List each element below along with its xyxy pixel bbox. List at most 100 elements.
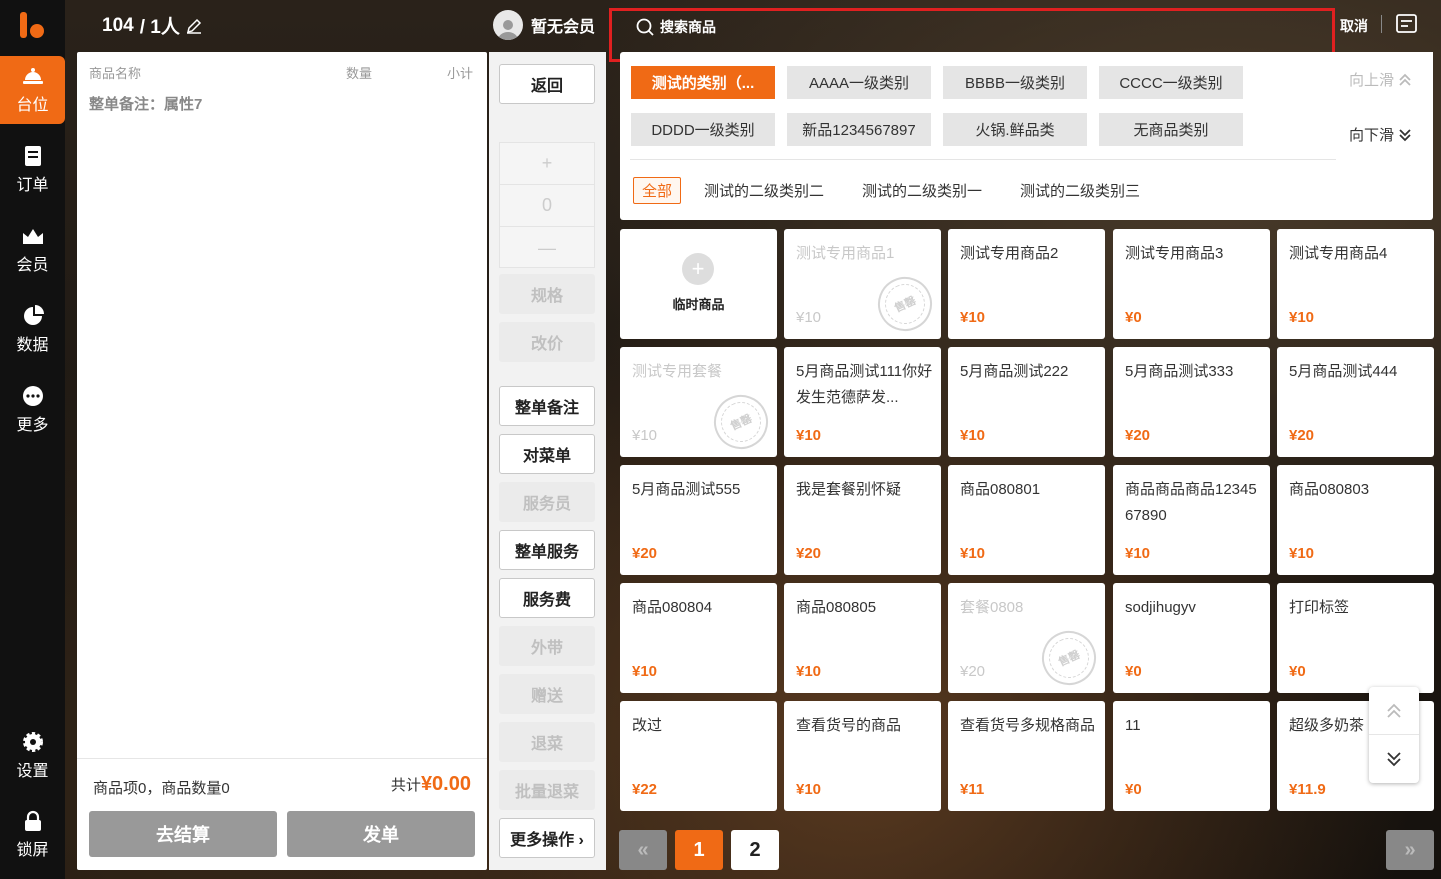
send-order-button[interactable]: 发单 (287, 811, 475, 857)
double-chevron-up-icon (1387, 703, 1401, 718)
sold-out-stamp: 售罄 (1033, 622, 1105, 694)
page-button-2[interactable]: 2 (731, 830, 779, 870)
temp-product-card[interactable]: + 临时商品 (620, 229, 777, 339)
sidebar-item-order[interactable]: 订单 (0, 136, 65, 204)
gift-button[interactable]: 赠送 (499, 674, 595, 714)
product-card[interactable]: 改过 ¥22 (620, 701, 777, 811)
takeout-button[interactable]: 外带 (499, 626, 595, 666)
sidebar-item-table[interactable]: 台位 (0, 56, 65, 124)
product-name: 我是套餐别怀疑 (796, 481, 902, 498)
product-card[interactable]: 商品080804 ¥10 (620, 583, 777, 693)
order-panel: 商品名称 数量 小计 整单备注：属性7 商品项0，商品数量0 共计¥0.00 去… (77, 52, 487, 870)
category-tab[interactable]: DDDD一级类别 (631, 113, 775, 146)
whole-remark-button[interactable]: 整单备注 (499, 386, 595, 426)
sidebar-item-data[interactable]: 数据 (0, 296, 65, 364)
more-actions-button[interactable]: 更多操作 › (499, 818, 595, 858)
product-card[interactable]: 套餐0808 ¥20 售罄 (948, 583, 1105, 694)
product-card[interactable]: 5月商品测试333 ¥20 (1113, 347, 1270, 457)
search-input[interactable]: 搜索商品 (636, 17, 716, 37)
sidebar-item-label: 订单 (16, 177, 49, 194)
product-price: ¥10 (632, 663, 658, 680)
subcategory-tab[interactable]: 测试的二级类别一 (854, 177, 990, 204)
product-card[interactable]: 11 ¥0 (1113, 701, 1270, 811)
stepper-plus-button[interactable]: + (500, 143, 594, 185)
return-dish-button[interactable]: 退菜 (499, 722, 595, 762)
product-card[interactable]: 查看货号多规格商品 ¥11 (948, 701, 1105, 811)
product-card[interactable]: 商品商品商品1234567890 ¥10 (1113, 465, 1270, 575)
product-name: 测试专用套餐 (632, 363, 723, 380)
scroll-top-button[interactable] (1369, 687, 1419, 735)
product-card[interactable]: 5月商品测试111你好发生范德萨发... ¥10 (784, 347, 941, 457)
product-price: ¥10 (1289, 309, 1315, 326)
spec-button[interactable]: 规格 (499, 274, 595, 314)
member-selector[interactable]: 暂无会员 (493, 10, 595, 40)
batch-return-button[interactable]: 批量退菜 (499, 770, 595, 810)
prev-page-button[interactable]: « (619, 830, 667, 870)
product-name: 商品商品商品1234567890 (1125, 481, 1257, 524)
col-header-name: 商品名称 (89, 66, 142, 81)
scroll-down-button[interactable]: 向下滑 (1349, 124, 1412, 145)
page-button-1[interactable]: 1 (675, 830, 723, 870)
sidebar-item-more[interactable]: 更多 (0, 376, 65, 444)
waiter-button[interactable]: 服务员 (499, 482, 595, 522)
product-card[interactable]: 5月商品测试444 ¥20 (1277, 347, 1434, 457)
product-card[interactable]: 商品080803 ¥10 (1277, 465, 1434, 575)
sidebar-item-lock[interactable]: 锁屏 (0, 801, 65, 869)
double-chevron-up-icon (1399, 73, 1411, 86)
category-tab[interactable]: AAAA一级类别 (787, 66, 931, 99)
service-fee-button[interactable]: 服务费 (499, 578, 595, 618)
checkout-button[interactable]: 去结算 (89, 811, 277, 857)
product-card[interactable]: sodjihugyv ¥0 (1113, 583, 1270, 693)
product-name: 11 (1125, 717, 1141, 734)
product-card[interactable]: 商品080801 ¥10 (948, 465, 1105, 575)
category-tab[interactable]: BBBB一级类别 (943, 66, 1087, 99)
sidebar-item-label: 锁屏 (16, 842, 49, 859)
order-remark[interactable]: 整单备注：属性7 (89, 93, 202, 114)
order-total: 共计¥0.00 (391, 773, 471, 796)
product-card[interactable]: 测试专用套餐 ¥10 售罄 (620, 347, 777, 458)
cancel-search-button[interactable]: 取消 (1340, 16, 1368, 36)
product-price: ¥10 (796, 663, 822, 680)
product-name: 查看货号的商品 (796, 717, 902, 734)
stepper-minus-button[interactable]: — (500, 227, 594, 269)
category-tab[interactable]: 火锅.鲜品类 (943, 113, 1087, 146)
category-tab[interactable]: 无商品类别 (1099, 113, 1243, 146)
subcategory-tab[interactable]: 测试的二级类别二 (696, 177, 832, 204)
scroll-bottom-button[interactable] (1369, 735, 1419, 783)
sold-out-stamp: 售罄 (869, 268, 941, 340)
check-menu-button[interactable]: 对菜单 (499, 434, 595, 474)
subcategory-tab[interactable]: 测试的二级类别三 (1012, 177, 1148, 204)
product-name: 测试专用商品2 (960, 245, 1059, 262)
product-name: 5月商品测试222 (960, 363, 1069, 380)
list-view-icon[interactable] (1396, 14, 1417, 33)
product-card[interactable]: 查看货号的商品 ¥10 (784, 701, 941, 811)
product-name: 测试专用商品1 (796, 245, 895, 262)
product-card[interactable]: 我是套餐别怀疑 ¥20 (784, 465, 941, 575)
back-button[interactable]: 返回 (499, 64, 595, 104)
subcategory-tab[interactable]: 全部 (633, 177, 682, 204)
search-placeholder: 搜索商品 (660, 19, 716, 35)
whole-service-button[interactable]: 整单服务 (499, 530, 595, 570)
scroll-up-button[interactable]: 向上滑 (1349, 69, 1412, 90)
product-card[interactable]: 5月商品测试222 ¥10 (948, 347, 1105, 457)
product-card[interactable]: 测试专用商品4 ¥10 (1277, 229, 1434, 339)
product-card[interactable]: 打印标签 ¥0 (1277, 583, 1434, 693)
product-card[interactable]: 5月商品测试555 ¥20 (620, 465, 777, 575)
product-price: ¥10 (796, 427, 822, 444)
edit-icon[interactable] (186, 18, 202, 34)
product-card[interactable]: 测试专用商品3 ¥0 (1113, 229, 1270, 339)
category-tab[interactable]: CCCC一级类别 (1099, 66, 1243, 99)
sidebar-item-settings[interactable]: 设置 (0, 722, 65, 790)
product-card[interactable]: 测试专用商品1 ¥10 售罄 (784, 229, 941, 340)
next-page-button[interactable]: » (1386, 830, 1434, 870)
product-card[interactable]: 测试专用商品2 ¥10 (948, 229, 1105, 339)
sidebar: 台位 订单 会员 数据 更多 设置 锁屏 (0, 0, 65, 879)
product-name: 商品080803 (1289, 481, 1370, 498)
product-card[interactable]: 商品080805 ¥10 (784, 583, 941, 693)
reprice-button[interactable]: 改价 (499, 322, 595, 362)
category-tab[interactable]: 新品1234567897 (787, 113, 931, 146)
table-number[interactable]: 104 / 1人 (102, 12, 202, 39)
sidebar-item-member[interactable]: 会员 (0, 216, 65, 284)
category-tab[interactable]: 测试的类别（... (631, 66, 775, 99)
product-name: 改过 (632, 717, 663, 734)
